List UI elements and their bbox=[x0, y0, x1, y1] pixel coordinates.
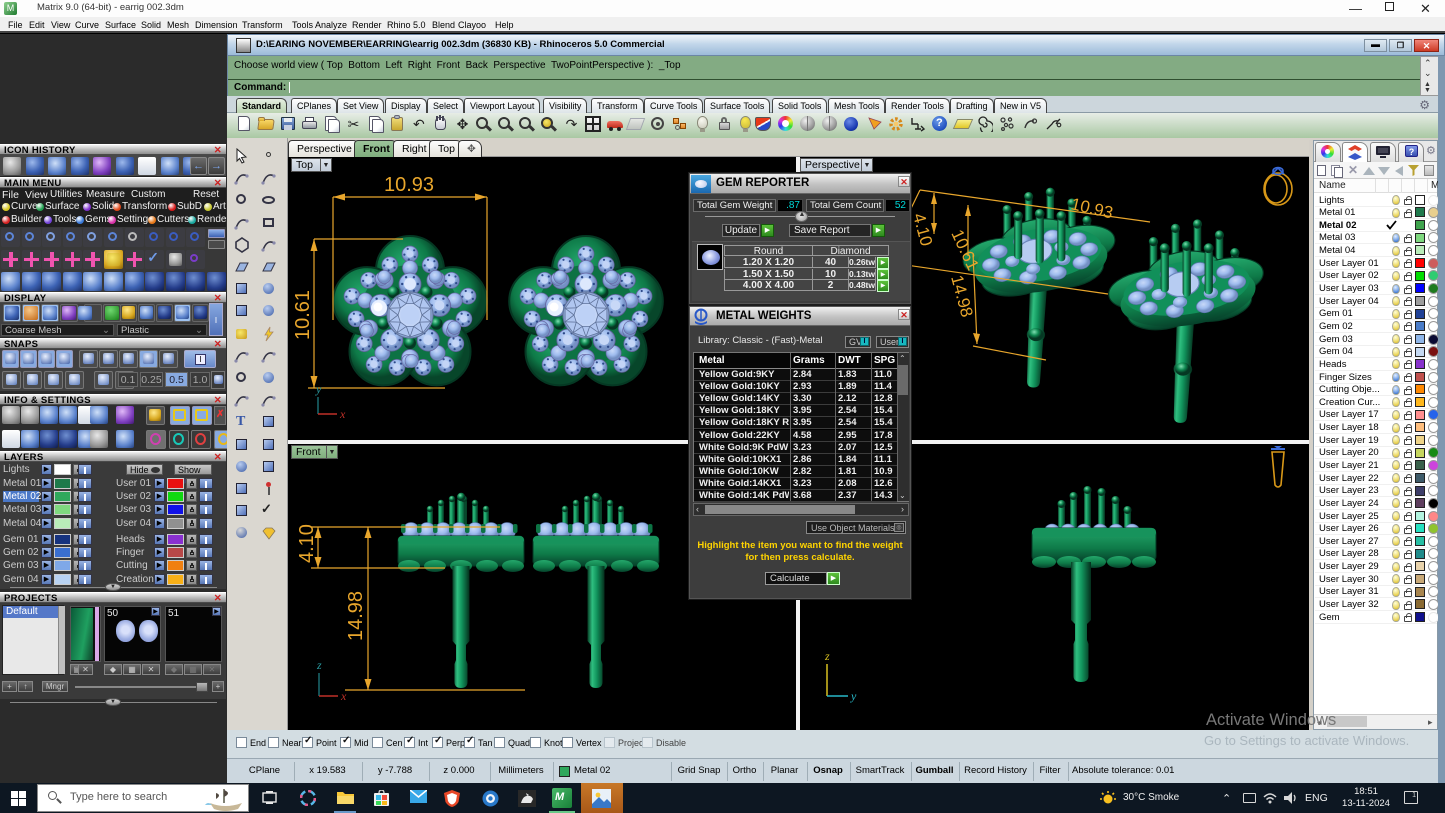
svg-text:z: z bbox=[316, 658, 322, 672]
svg-text:4.10: 4.10 bbox=[909, 211, 936, 248]
svg-text:10.61: 10.61 bbox=[292, 290, 314, 340]
svg-text:4.10: 4.10 bbox=[296, 524, 318, 563]
svg-text:x: x bbox=[339, 407, 346, 421]
svg-text:10.93: 10.93 bbox=[1069, 194, 1115, 222]
svg-text:y: y bbox=[850, 689, 857, 703]
svg-text:14.98: 14.98 bbox=[947, 273, 976, 319]
svg-text:x: x bbox=[340, 689, 347, 703]
svg-text:z: z bbox=[824, 649, 830, 663]
svg-text:14.98: 14.98 bbox=[345, 591, 367, 641]
svg-text:y: y bbox=[315, 382, 322, 396]
svg-text:10.93: 10.93 bbox=[384, 174, 434, 196]
